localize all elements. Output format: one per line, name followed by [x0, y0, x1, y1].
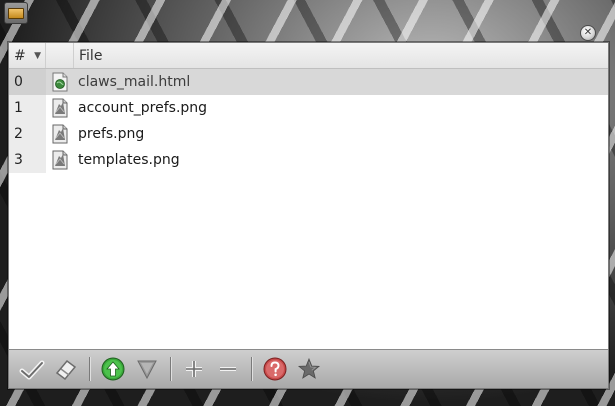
favorite-button[interactable]: [294, 354, 324, 384]
minus-icon: [220, 367, 236, 371]
row-number: 3: [9, 147, 46, 173]
file-name: claws_mail.html: [78, 74, 191, 90]
list-header: # ▼ File: [9, 43, 608, 69]
check-all-button[interactable]: [17, 354, 47, 384]
down-arrow-icon: [137, 360, 157, 380]
uncheck-all-button[interactable]: [51, 354, 81, 384]
checkmark-icon: [19, 360, 45, 380]
html-file-icon: [52, 72, 68, 92]
sort-down-icon: ▼: [34, 50, 41, 61]
erase-icon: [55, 359, 77, 381]
close-button[interactable]: ✕: [580, 25, 596, 41]
app-launcher-icon[interactable]: [4, 2, 28, 24]
list-item[interactable]: 2 prefs.png: [9, 121, 608, 147]
star-icon: [297, 357, 321, 379]
column-header-icon[interactable]: [46, 43, 74, 68]
move-up-button[interactable]: [98, 354, 128, 384]
file-name: prefs.png: [78, 126, 145, 142]
file-name: templates.png: [78, 152, 180, 168]
toolbar-separator: [89, 357, 90, 381]
list-item[interactable]: 3 templates.png: [9, 147, 608, 173]
toolbar-separator: [170, 357, 171, 381]
toolbar: [9, 349, 608, 388]
toolbar-separator: [251, 357, 252, 381]
list-item[interactable]: 1 account_prefs.png: [9, 95, 608, 121]
column-file-label: File: [79, 47, 103, 64]
column-number-label: #: [14, 47, 26, 64]
move-down-button[interactable]: [132, 354, 162, 384]
row-number: 0: [9, 69, 46, 95]
add-button[interactable]: [179, 354, 209, 384]
question-icon: [263, 357, 287, 381]
package-icon: [8, 7, 24, 19]
list-item[interactable]: 0 claws_mail.html: [9, 69, 608, 95]
file-name: account_prefs.png: [78, 100, 208, 116]
row-number: 2: [9, 121, 46, 147]
image-file-icon: [52, 124, 68, 144]
file-list: 0 claws_mail.html 1 account_prefs.png 2 …: [9, 69, 608, 173]
remove-button[interactable]: [213, 354, 243, 384]
plus-icon: [186, 361, 202, 377]
up-arrow-icon: [101, 357, 125, 381]
help-button[interactable]: [260, 354, 290, 384]
image-file-icon: [52, 150, 68, 170]
image-file-icon: [52, 98, 68, 118]
column-header-file[interactable]: File: [74, 43, 608, 68]
row-number: 1: [9, 95, 46, 121]
file-list-window: # ▼ File 0 claws_mail.html 1 account_pre…: [8, 42, 609, 389]
column-header-number[interactable]: # ▼: [9, 43, 46, 68]
